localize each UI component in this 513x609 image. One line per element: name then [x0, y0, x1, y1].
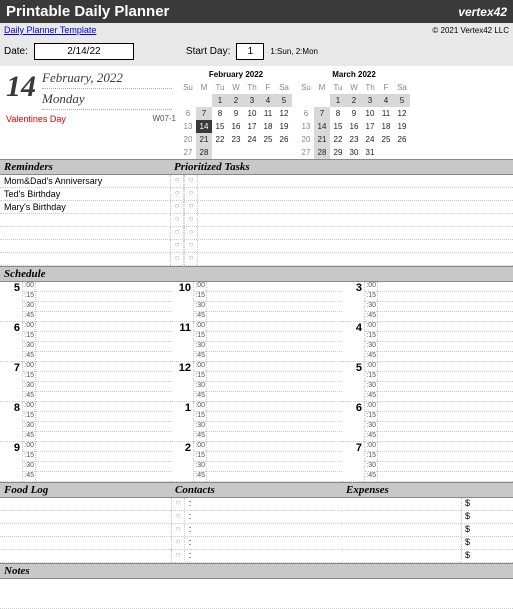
schedule-hour[interactable]: 11:00:15:30:45 — [171, 322, 342, 362]
schedule-hour[interactable]: 10:00:15:30:45 — [171, 282, 342, 322]
task-checkbox[interactable]: ○ — [170, 188, 184, 200]
schedule-hour[interactable]: 5:00:15:30:45 — [0, 282, 171, 322]
task-checkbox[interactable]: ○ — [184, 188, 198, 200]
expenses-header: Expenses — [342, 482, 513, 498]
food-line[interactable] — [0, 511, 171, 524]
day-number: 14 — [6, 70, 36, 104]
schedule-hour[interactable]: 1:00:15:30:45 — [171, 402, 342, 442]
mini-calendars: February 2022 SuMTuWThFSa1234567891011121… — [180, 70, 410, 159]
reminder-line[interactable] — [0, 253, 170, 266]
expense-line[interactable]: $ — [342, 537, 513, 550]
schedule-hour[interactable]: 2:00:15:30:45 — [171, 442, 342, 482]
schedule-hour[interactable]: 7:00:15:30:45 — [342, 442, 513, 482]
schedule-hour[interactable]: 3:00:15:30:45 — [342, 282, 513, 322]
copyright: © 2021 Vertex42 LLC — [432, 26, 509, 35]
day-of-week: Monday — [42, 89, 172, 110]
schedule-hour[interactable]: 12:00:15:30:45 — [171, 362, 342, 402]
date-label: Date: — [4, 46, 28, 57]
page-title: Printable Daily Planner — [6, 3, 169, 20]
task-line[interactable]: ○○ — [170, 201, 513, 214]
task-line[interactable]: ○○ — [170, 240, 513, 253]
template-link[interactable]: Daily Planner Template — [4, 25, 96, 35]
schedule-hour[interactable]: 6:00:15:30:45 — [0, 322, 171, 362]
reminder-line[interactable] — [0, 214, 170, 227]
contact-line[interactable]: ○: — [171, 550, 342, 563]
cal-title: March 2022 — [298, 70, 410, 79]
week-number: W07-1 — [152, 114, 176, 124]
startday-hint: 1:Sun, 2:Mon — [270, 47, 318, 56]
food-line[interactable] — [0, 524, 171, 537]
schedule-hour[interactable]: 8:00:15:30:45 — [0, 402, 171, 442]
reminder-line[interactable] — [0, 240, 170, 253]
task-line[interactable]: ○○ — [170, 175, 513, 188]
holiday-label: Valentines Day — [6, 114, 66, 124]
month-year: February, 2022 — [42, 70, 172, 89]
schedule-hour[interactable]: 4:00:15:30:45 — [342, 322, 513, 362]
task-checkbox[interactable]: ○ — [170, 227, 184, 239]
expense-line[interactable]: $ — [342, 511, 513, 524]
contact-line[interactable]: ○: — [171, 537, 342, 550]
task-checkbox[interactable]: ○ — [170, 240, 184, 252]
task-line[interactable]: ○○ — [170, 188, 513, 201]
reminders-header: Reminders — [0, 159, 170, 175]
task-checkbox[interactable]: ○ — [184, 214, 198, 226]
task-line[interactable]: ○○ — [170, 253, 513, 266]
task-checkbox[interactable]: ○ — [170, 253, 184, 265]
startday-input[interactable] — [236, 43, 264, 60]
expense-line[interactable]: $ — [342, 550, 513, 563]
expense-line[interactable]: $ — [342, 524, 513, 537]
task-checkbox[interactable]: ○ — [184, 227, 198, 239]
task-checkbox[interactable]: ○ — [184, 201, 198, 213]
tasks-header: Prioritized Tasks — [170, 159, 513, 175]
mini-calendar: SuMTuWThFSa12345678910111213141516171819… — [298, 81, 410, 159]
task-checkbox[interactable]: ○ — [184, 253, 198, 265]
reminder-line[interactable]: Mom&Dad's Anniversary — [0, 175, 170, 188]
food-line[interactable] — [0, 537, 171, 550]
task-checkbox[interactable]: ○ — [184, 175, 198, 187]
reminder-line[interactable]: Ted's Birthday — [0, 188, 170, 201]
expense-line[interactable]: $ — [342, 498, 513, 511]
startday-label: Start Day: — [186, 46, 230, 57]
task-checkbox[interactable]: ○ — [170, 214, 184, 226]
mini-calendar: SuMTuWThFSa12345678910111213141516171819… — [180, 81, 292, 159]
food-line[interactable] — [0, 550, 171, 563]
contact-line[interactable]: ○: — [171, 498, 342, 511]
task-checkbox[interactable]: ○ — [170, 175, 184, 187]
reminder-line[interactable] — [0, 227, 170, 240]
schedule-header: Schedule — [0, 266, 513, 282]
date-input[interactable] — [34, 43, 134, 60]
schedule-hour[interactable]: 7:00:15:30:45 — [0, 362, 171, 402]
notes-header: Notes — [0, 563, 513, 579]
schedule-hour[interactable]: 6:00:15:30:45 — [342, 402, 513, 442]
cal-title: February 2022 — [180, 70, 292, 79]
task-line[interactable]: ○○ — [170, 227, 513, 240]
task-line[interactable]: ○○ — [170, 214, 513, 227]
task-checkbox[interactable]: ○ — [170, 201, 184, 213]
contacts-header: Contacts — [171, 482, 342, 498]
task-checkbox[interactable]: ○ — [184, 240, 198, 252]
brand-logo: vertex42 — [458, 5, 507, 19]
schedule-hour[interactable]: 9:00:15:30:45 — [0, 442, 171, 482]
reminder-line[interactable]: Mary's Birthday — [0, 201, 170, 214]
food-line[interactable] — [0, 498, 171, 511]
contact-line[interactable]: ○: — [171, 511, 342, 524]
schedule-hour[interactable]: 5:00:15:30:45 — [342, 362, 513, 402]
contact-line[interactable]: ○: — [171, 524, 342, 537]
food-header: Food Log — [0, 482, 171, 498]
